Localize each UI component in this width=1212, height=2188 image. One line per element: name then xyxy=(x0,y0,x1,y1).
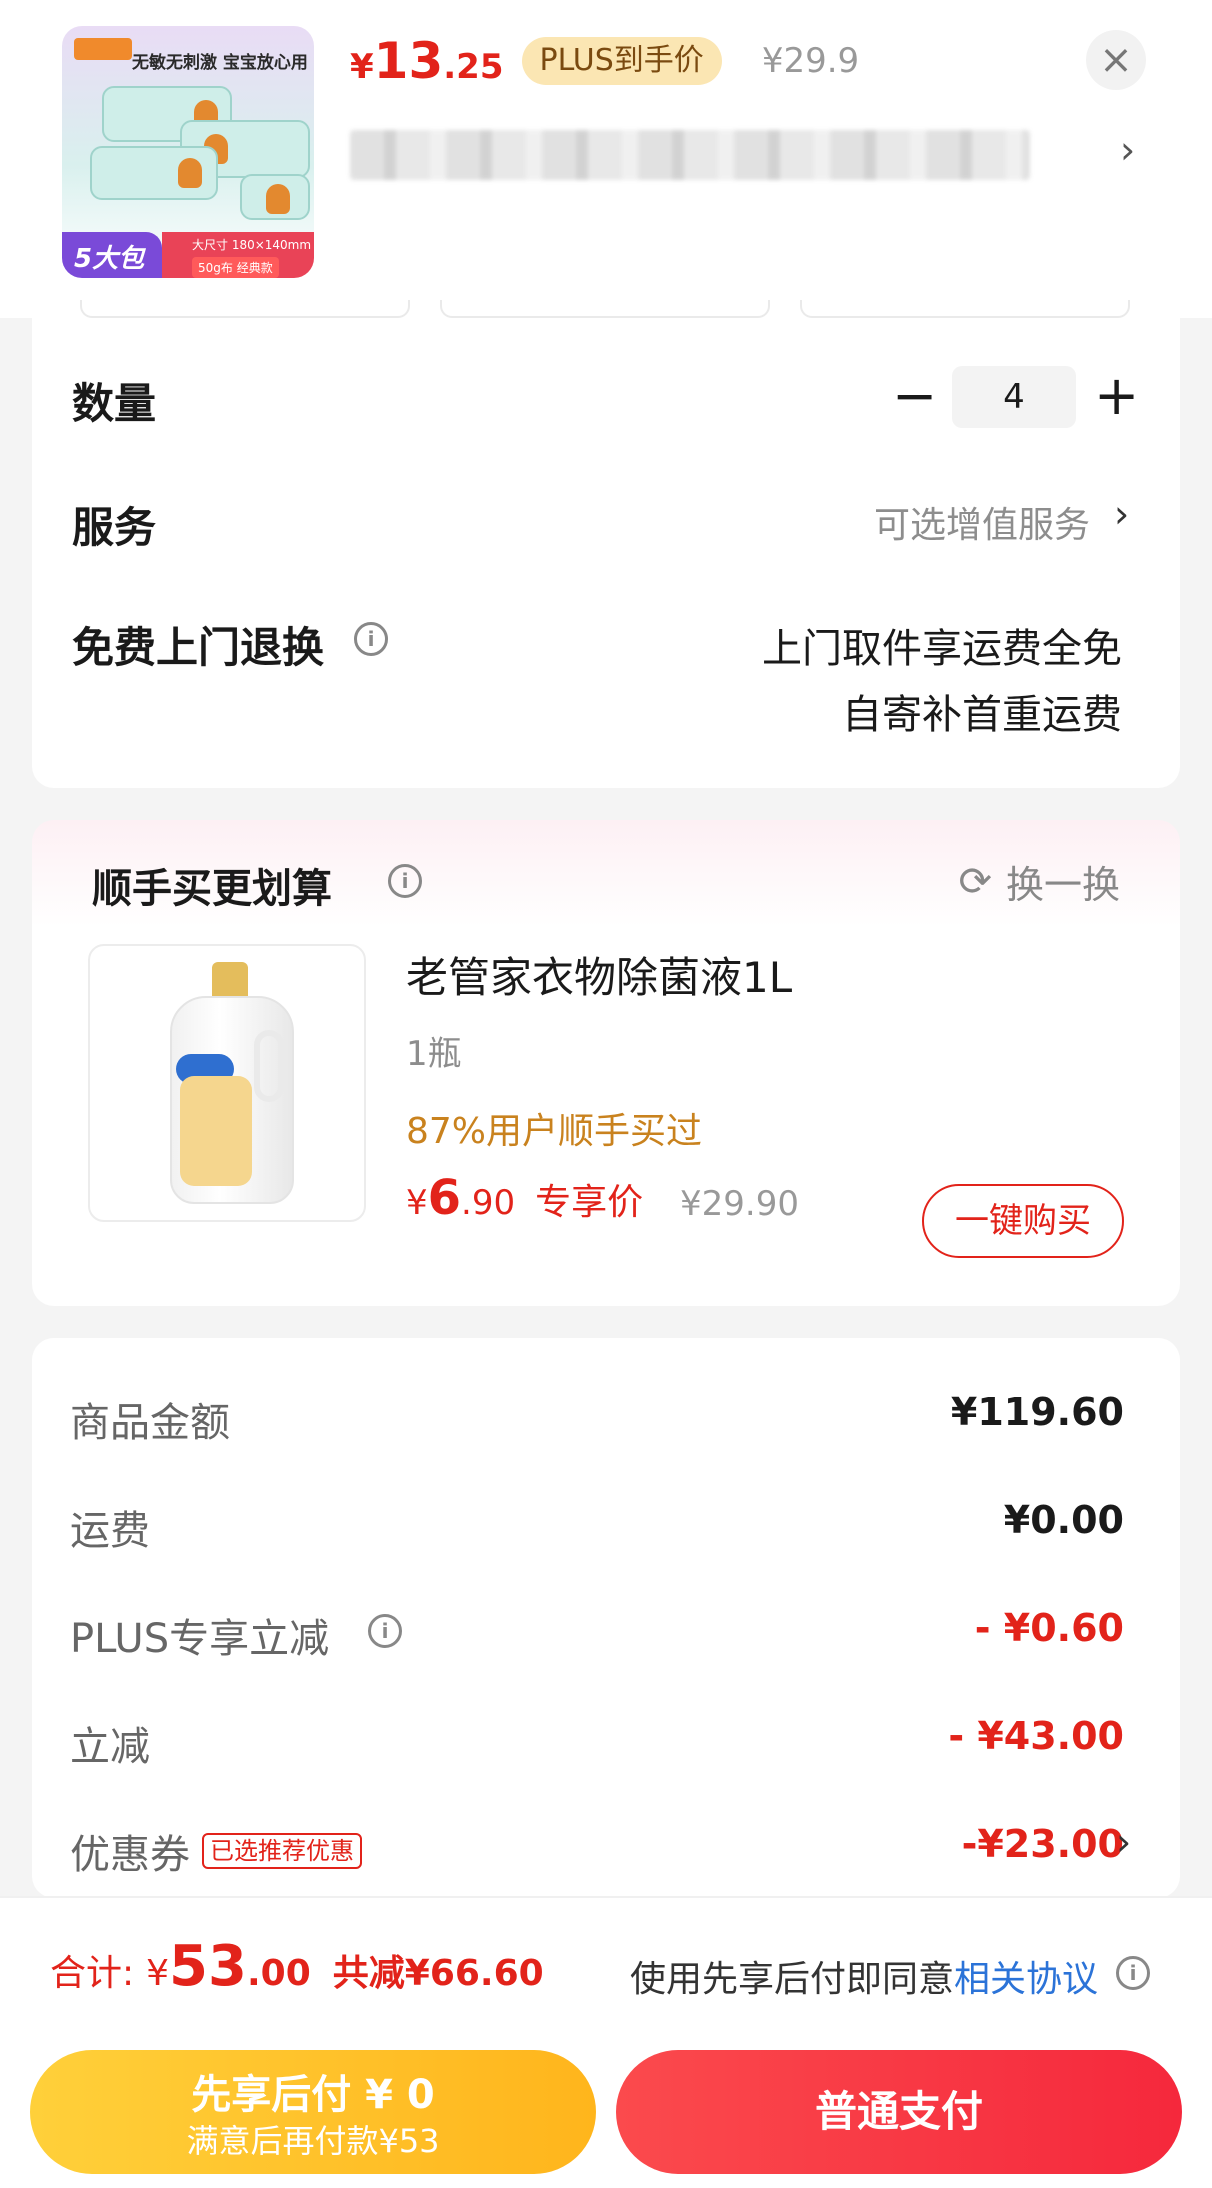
total-symbol: ¥ xyxy=(146,1953,170,1994)
recommendation-card: 顺手买更划算 i ⟳ 换一换 老管家衣物除菌液1L 1瓶 87%用户顺手买过 ¥… xyxy=(32,820,1180,1306)
brand-logo xyxy=(74,38,132,60)
size-spec-bottom: 50g布 经典款 xyxy=(192,257,279,278)
plus-price-tag: PLUS到手价 xyxy=(521,37,722,85)
info-icon[interactable]: i xyxy=(354,622,388,656)
total-saved: 共减¥66.60 xyxy=(332,1953,544,1994)
product-thumbnail: 无敏无刺激 宝宝放心用 5大包 大尺寸 180×140mm 50g布 经典款 xyxy=(62,26,314,278)
one-click-buy-button[interactable]: 一键购买 xyxy=(922,1184,1124,1258)
size-spec-top: 大尺寸 180×140mm xyxy=(192,238,312,252)
free-return-pickup-text: 上门取件享运费全免 xyxy=(762,626,1122,672)
pack-count-badge: 5大包 xyxy=(62,232,162,278)
total-integer: 53 xyxy=(169,1934,247,1999)
agreement-prefix: 使用先享后付即同意 xyxy=(629,1959,954,2000)
price-decimal: .90 xyxy=(461,1183,516,1223)
quantity-label: 数量 xyxy=(72,379,157,428)
recommended-product-unit: 1瓶 xyxy=(406,1034,462,1074)
summary-row-shipping: 运费 ¥0.00 xyxy=(70,1498,1124,1558)
pay-later-button[interactable]: 先享后付 ¥ 0 满意后再付款¥53 xyxy=(30,2050,596,2174)
total-decimal: .00 xyxy=(246,1953,311,1994)
agreement-link[interactable]: 相关协议 xyxy=(954,1959,1098,2000)
normal-pay-button[interactable]: 普通支付 xyxy=(616,2050,1182,2174)
close-button[interactable]: × xyxy=(1086,30,1146,90)
wipes-pack xyxy=(240,174,310,220)
recommendation-title: 顺手买更划算 xyxy=(92,866,332,912)
quantity-input[interactable]: 4 xyxy=(952,366,1076,428)
size-spec-badge: 大尺寸 180×140mm 50g布 经典款 xyxy=(162,232,314,278)
quantity-decrease-button[interactable]: − xyxy=(892,366,937,426)
price-symbol: ¥ xyxy=(406,1183,428,1223)
spec-options-strip xyxy=(80,300,1130,318)
product-header: 无敏无刺激 宝宝放心用 5大包 大尺寸 180×140mm 50g布 经典款 ¥… xyxy=(0,0,1212,318)
price-row: ¥13.25 PLUS到手价 ¥29.9 xyxy=(350,26,859,96)
wipes-pack xyxy=(90,146,218,200)
summary-label: 优惠券 xyxy=(70,1832,190,1878)
info-icon[interactable]: i xyxy=(388,864,422,898)
service-label: 服务 xyxy=(72,503,157,552)
order-total: 合计: ¥53.00 共减¥66.60 xyxy=(50,1934,544,1999)
price-integer: 6 xyxy=(427,1170,462,1226)
recommended-product-stat: 87%用户顺手买过 xyxy=(406,1111,703,1152)
summary-value: ¥0.00 xyxy=(1003,1498,1124,1542)
pay-later-title: 先享后付 ¥ 0 xyxy=(191,2072,435,2118)
summary-label-wrap: 优惠券 已选推荐优惠 xyxy=(70,1822,362,1880)
plus-price: ¥13.25 xyxy=(350,32,504,90)
info-icon[interactable]: i xyxy=(1116,1956,1150,1990)
selected-spec-blurred[interactable] xyxy=(350,130,1030,180)
summary-value: - ¥0.60 xyxy=(974,1606,1124,1650)
recommended-original-price: ¥29.90 xyxy=(680,1184,799,1224)
free-return-label: 免费上门退换 xyxy=(72,623,325,672)
total-label: 合计: xyxy=(50,1953,135,1994)
thumbnail-slogan: 无敏无刺激 宝宝放心用 xyxy=(132,53,308,73)
summary-value: - ¥43.00 xyxy=(948,1714,1124,1758)
chevron-right-icon[interactable]: › xyxy=(1120,128,1135,172)
summary-label: 立减 xyxy=(70,1724,150,1770)
summary-row-instant-discount: 立减 - ¥43.00 xyxy=(70,1714,1124,1774)
recommended-product-image[interactable] xyxy=(88,944,366,1222)
close-icon: × xyxy=(1099,37,1133,83)
recommended-product-price: ¥6.90 专享价 xyxy=(406,1170,643,1226)
summary-row-goods: 商品金额 ¥119.60 xyxy=(70,1390,1124,1450)
bottle-handle xyxy=(254,1030,284,1102)
refresh-button[interactable]: ⟳ 换一换 xyxy=(958,854,1120,909)
recommended-coupon-badge: 已选推荐优惠 xyxy=(202,1833,362,1869)
summary-row-coupon[interactable]: 优惠券 已选推荐优惠 -¥23.00 xyxy=(70,1822,1124,1882)
price-integer: 13 xyxy=(373,32,444,90)
refresh-icon: ⟳ xyxy=(958,858,992,905)
price-summary-card: 商品金额 ¥119.60 运费 ¥0.00 PLUS专享立减 - ¥0.60 i… xyxy=(32,1338,1180,1898)
summary-value: -¥23.00 xyxy=(961,1822,1124,1866)
chevron-right-icon[interactable]: › xyxy=(1114,492,1129,536)
info-icon[interactable]: i xyxy=(368,1614,402,1648)
checkout-bar: 合计: ¥53.00 共减¥66.60 使用先享后付即同意相关协议 i 先享后付 ¥… xyxy=(0,1896,1212,2188)
summary-row-plus-discount: PLUS专享立减 - ¥0.60 xyxy=(70,1606,1124,1666)
exclusive-price-tag: 专享价 xyxy=(535,1182,644,1223)
chevron-right-icon[interactable]: › xyxy=(1116,1820,1131,1864)
quantity-increase-button[interactable]: + xyxy=(1094,366,1139,426)
summary-label: PLUS专享立减 xyxy=(70,1616,330,1662)
refresh-label: 换一换 xyxy=(1005,863,1120,907)
pay-later-subtitle: 满意后再付款¥53 xyxy=(186,2122,440,2160)
value-added-service-link[interactable]: 可选增值服务 xyxy=(874,496,1090,548)
recommended-product-name[interactable]: 老管家衣物除菌液1L xyxy=(406,944,792,1005)
order-options-card: 数量 − 4 + 服务 可选增值服务 › 免费上门退换 i 上门取件享运费全免 … xyxy=(32,318,1180,788)
summary-label: 运费 xyxy=(70,1508,150,1554)
original-price: ¥29.9 xyxy=(761,41,860,81)
summary-label: 商品金额 xyxy=(70,1400,230,1446)
agreement-text: 使用先享后付即同意相关协议 xyxy=(630,1950,1098,2002)
bottle-label xyxy=(180,1076,252,1186)
price-symbol: ¥ xyxy=(350,47,374,87)
price-decimal: .25 xyxy=(443,47,504,87)
free-return-self-send-text: 自寄补首重运费 xyxy=(842,692,1122,738)
summary-value: ¥119.60 xyxy=(950,1390,1124,1434)
